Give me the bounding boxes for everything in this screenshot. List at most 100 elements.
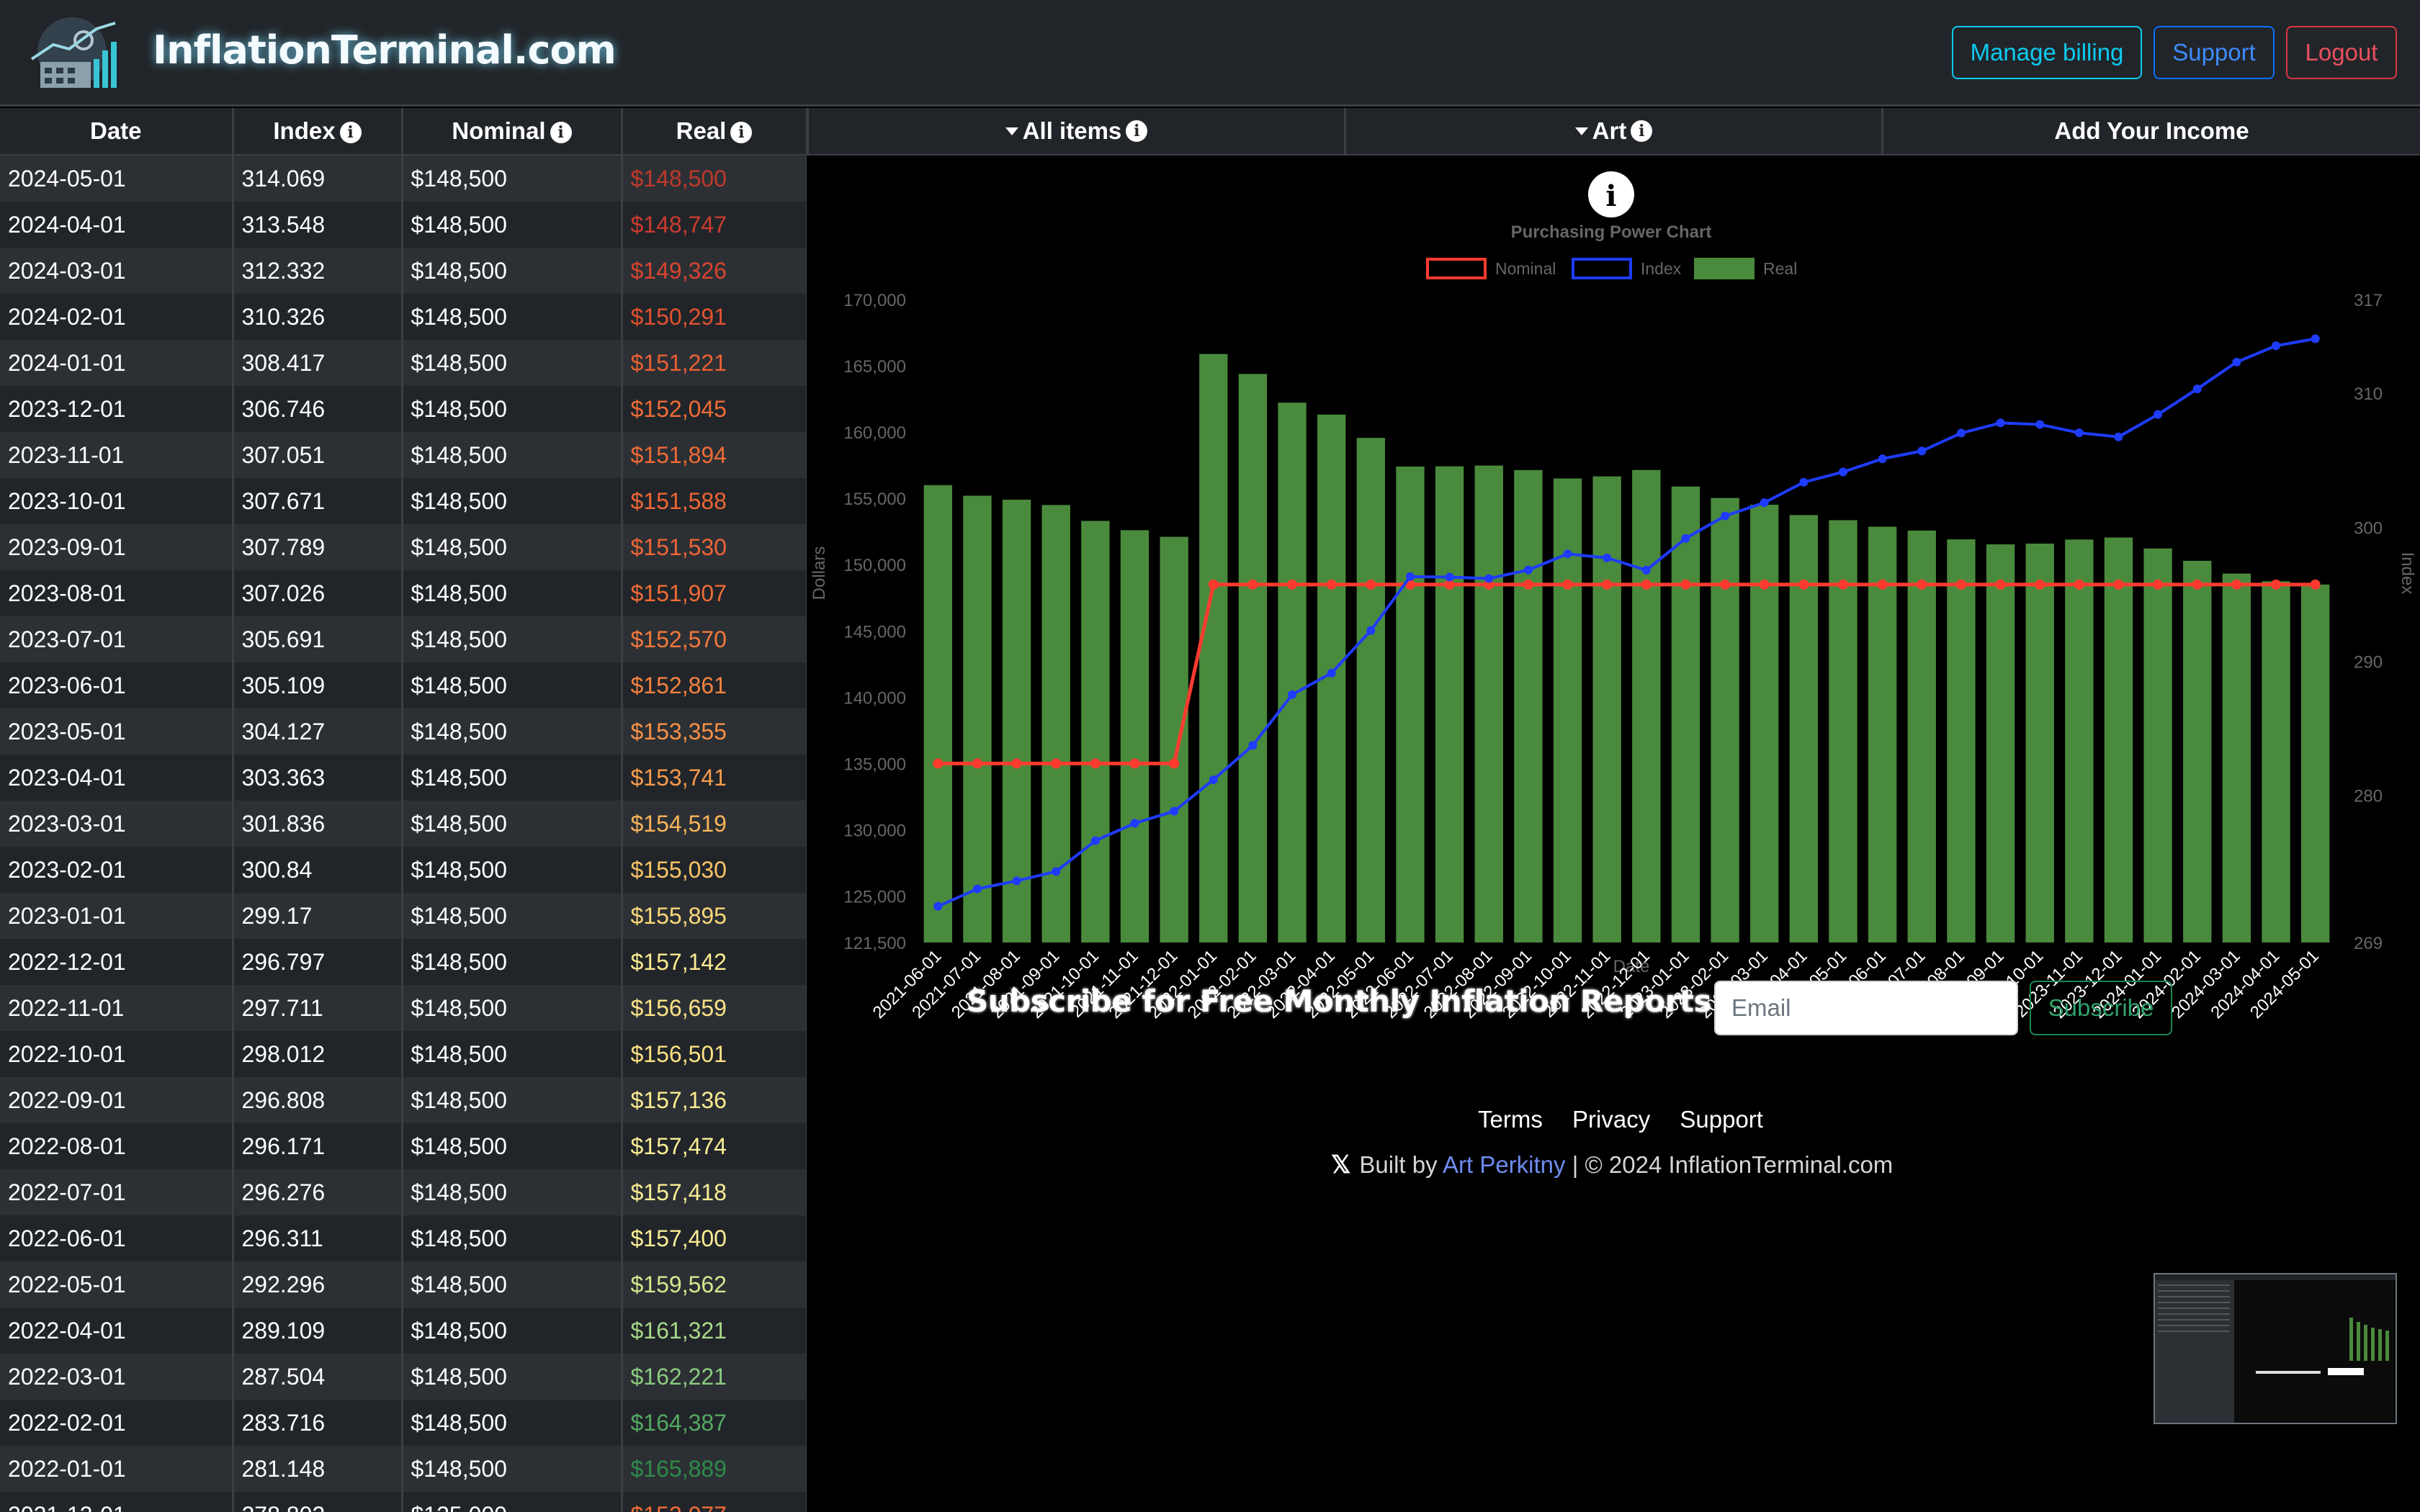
cell-real: $151,221 [622,340,807,386]
email-input[interactable] [1714,981,2018,1035]
table-row[interactable]: 2023-06-01 305.109 $148,500 $152,861 [0,662,807,708]
y2-tick-label: 290 [2354,652,2383,672]
table-row[interactable]: 2023-02-01 300.84 $148,500 $155,030 [0,847,807,893]
bar-real [1671,486,1700,942]
table-row[interactable]: 2022-04-01 289.109 $148,500 $161,321 [0,1308,807,1354]
logout-button[interactable]: Logout [2286,26,2397,79]
table-row[interactable]: 2023-03-01 301.836 $148,500 $154,519 [0,801,807,847]
table-row[interactable]: 2021-12-01278.802$135,000$152,077 [0,1492,807,1512]
cell-index: 308.417 [233,340,403,386]
column-header-date[interactable]: Date [0,108,234,156]
purchasing-power-chart[interactable]: i Purchasing Power Chart Nominal Index Real 1… [807,156,2420,1041]
nominal-point [2035,579,2045,590]
footer-link-support[interactable]: Support [1680,1106,1763,1133]
column-header-index[interactable]: Index i [233,108,403,156]
cell-real: $159,562 [622,1261,807,1308]
table-row[interactable]: 2022-06-01 296.311 $148,500 $157,400 [0,1215,807,1261]
cell-index: 298.012 [233,1031,403,1077]
index-point [1917,446,1927,456]
table-row[interactable]: 2023-09-01 307.789 $148,500 $151,530 [0,524,807,570]
index-point [1445,572,1454,582]
bar-real [1986,544,2015,942]
table-row[interactable]: 2023-12-01 306.746 $148,500 $152,045 [0,386,807,432]
table-row[interactable]: 2022-02-01 283.716 $148,500 $164,387 [0,1400,807,1446]
nominal-point [1877,579,1888,590]
table-row[interactable]: 2024-05-01 314.069 $148,500 $148,500 [0,155,807,202]
chart-info-glyph: i [1605,179,1616,213]
manage-billing-button[interactable]: Manage billing [1952,26,2142,79]
legend-label: Real [1763,259,1797,278]
author-link[interactable]: Art Perkitny [1443,1151,1566,1178]
table-row[interactable]: 2022-01-01 281.148 $148,500 $165,889 [0,1446,807,1492]
info-icon[interactable]: i [339,122,362,143]
cell-nominal: $148,500 [402,1215,623,1261]
column-header-nominal[interactable]: Nominal i [402,108,623,156]
index-point [1012,876,1021,886]
cell-index: 307.789 [233,524,403,570]
bar-real [1789,515,1819,942]
table-row[interactable]: 2024-04-01 313.548 $148,500 $148,747 [0,202,807,248]
cell-nominal: $148,500 [402,1031,623,1077]
table-row[interactable]: 2023-05-01 304.127 $148,500 $153,355 [0,708,807,755]
info-icon[interactable]: i [550,122,572,143]
table-row[interactable]: 2022-09-01 296.808 $148,500 $157,136 [0,1077,807,1123]
table-row[interactable]: 2024-03-01 312.332 $148,500 $149,326 [0,248,807,294]
table-row[interactable]: 2022-05-01 292.296 $148,500 $159,562 [0,1261,807,1308]
table-row[interactable]: 2023-04-01 303.363 $148,500 $153,741 [0,755,807,801]
x-social-icon[interactable]: 𝕏 [1331,1151,1350,1179]
table-row[interactable]: 2023-01-01 299.17 $148,500 $155,895 [0,893,807,939]
bar-real [963,495,992,942]
page-preview-thumbnail[interactable] [2154,1273,2397,1424]
nominal-point [2192,579,2202,590]
cell-index: 278.802 [233,1492,403,1512]
nominal-point [1798,579,1809,590]
brand-title[interactable]: InflationTerminal.com [153,27,617,73]
cell-date: 2024-02-01 [0,294,234,340]
inflation-table-container[interactable]: Date Index i Nominal i Real i 2024-05-01 314… [0,108,807,1512]
tab-art[interactable]: Art i [1344,108,1881,156]
table-row[interactable]: 2023-07-01 305.691 $148,500 $152,570 [0,616,807,662]
y-tick-label: 130,000 [843,821,906,840]
table-row[interactable]: 2022-10-01 298.012 $148,500 $156,501 [0,1031,807,1077]
index-point [1288,690,1297,699]
info-icon[interactable]: i [1631,120,1653,142]
cell-date: 2022-03-01 [0,1354,234,1400]
index-point [2272,341,2281,351]
table-row[interactable]: 2024-01-01 308.417 $148,500 $151,221 [0,340,807,386]
bar-real [1947,539,1976,942]
table-row[interactable]: 2023-11-01 307.051 $148,500 $151,894 [0,432,807,478]
info-icon[interactable]: i [730,122,753,143]
table-row[interactable]: 2022-08-01 296.171 $148,500 $157,474 [0,1123,807,1169]
tab-add-income[interactable]: Add Your Income [1881,108,2420,156]
table-header-row: Date Index i Nominal i Real i [0,108,807,156]
support-button[interactable]: Support [2154,26,2275,79]
footer-link-terms[interactable]: Terms [1478,1106,1543,1133]
table-row[interactable]: 2022-03-01 287.504 $148,500 $162,221 [0,1354,807,1400]
cell-nominal: $148,500 [402,248,623,294]
logo-icon[interactable] [24,16,122,91]
cell-index: 299.17 [233,893,403,939]
index-point [1090,836,1100,845]
column-header-real[interactable]: Real i [622,108,807,156]
cell-index: 307.671 [233,478,403,524]
table-row[interactable]: 2024-02-01 310.326 $148,500 $150,291 [0,294,807,340]
table-row[interactable]: 2022-07-01 296.276 $148,500 $157,418 [0,1169,807,1215]
y-tick-label: 135,000 [843,755,906,774]
table-row[interactable]: 2023-10-01 307.671 $148,500 $151,588 [0,478,807,524]
cell-real: $157,142 [622,939,807,985]
tab-all-items[interactable]: All items i [807,108,1344,156]
cell-nominal: $148,500 [402,524,623,570]
nominal-point [1287,579,1298,590]
table-row[interactable]: 2023-08-01 307.026 $148,500 $151,907 [0,570,807,616]
bar-real [2222,573,2251,942]
footer-link-privacy[interactable]: Privacy [1572,1106,1650,1133]
table-row[interactable]: 2022-11-01 297.711 $148,500 $156,659 [0,985,807,1031]
cell-date: 2023-10-01 [0,478,234,524]
nominal-point [1602,579,1613,590]
cell-nominal: $148,500 [402,1308,623,1354]
table-row[interactable]: 2022-12-01 296.797 $148,500 $157,142 [0,939,807,985]
subscribe-button[interactable]: Subscribe [2030,981,2172,1035]
info-icon[interactable]: i [1126,120,1148,142]
column-header-label: Real [676,117,727,144]
cell-date: 2024-04-01 [0,202,234,248]
